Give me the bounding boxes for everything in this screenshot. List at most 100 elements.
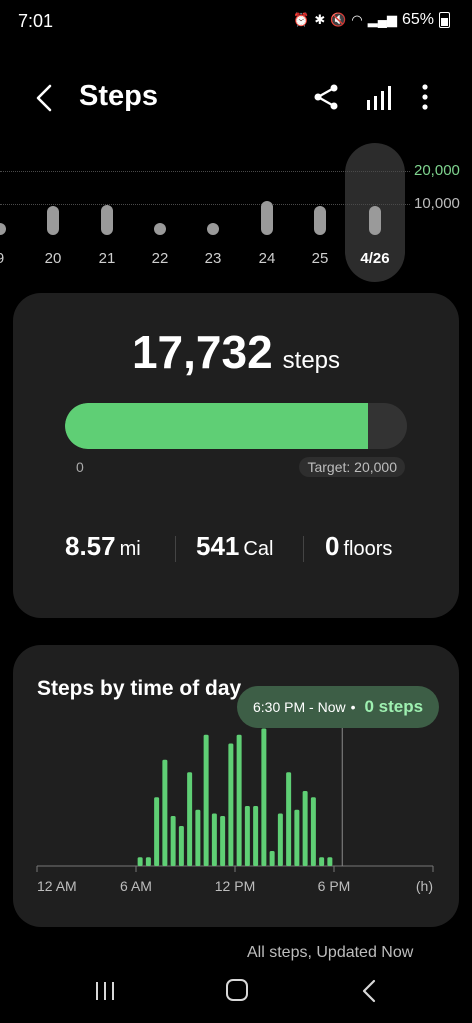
status-time: 7:01 xyxy=(18,11,54,31)
x-tick-label: 12 PM xyxy=(215,878,255,894)
day-bar[interactable] xyxy=(369,206,381,235)
stat-divider xyxy=(303,536,304,562)
tooltip-steps: 0 steps xyxy=(364,697,424,716)
day-bar[interactable] xyxy=(154,223,166,235)
chart-bar[interactable] xyxy=(187,772,193,866)
share-icon xyxy=(314,84,338,110)
chart-bar[interactable] xyxy=(220,816,226,866)
progress-min-label: 0 xyxy=(76,459,84,475)
day-bar[interactable] xyxy=(47,206,59,235)
signal-icon: ▂▄▆ xyxy=(367,12,397,27)
chart-bar[interactable] xyxy=(137,857,143,866)
distance-value: 8.57 xyxy=(65,531,116,561)
tooltip-separator: • xyxy=(350,699,356,715)
chart-bar[interactable] xyxy=(319,857,325,866)
day-label[interactable]: 20 xyxy=(33,250,73,267)
share-button[interactable] xyxy=(309,80,343,114)
distance-unit: mi xyxy=(119,538,141,560)
goal-line-10000 xyxy=(0,204,410,205)
scale-label-20000: 20,000 xyxy=(414,162,460,179)
chevron-left-icon xyxy=(36,84,52,112)
steps-progress-bar xyxy=(65,403,407,449)
nav-back-icon xyxy=(362,979,376,1003)
trends-button[interactable] xyxy=(362,80,396,114)
chart-bar[interactable] xyxy=(145,857,151,866)
steps-value: 17,732 xyxy=(131,326,273,378)
chart-bar[interactable] xyxy=(236,734,242,866)
chart-bar[interactable] xyxy=(286,772,292,866)
alarm-icon: ⏰ xyxy=(293,12,310,27)
day-label[interactable]: 22 xyxy=(140,250,180,267)
wifi-icon: ◠ xyxy=(351,12,363,27)
floors-value: 0 xyxy=(325,531,340,561)
battery-percent: 65% xyxy=(401,11,434,28)
nav-back-button[interactable] xyxy=(358,978,382,1004)
stat-divider xyxy=(175,536,176,562)
tooltip-time: 6:30 PM - Now xyxy=(253,699,346,715)
more-options-button[interactable] xyxy=(410,80,440,114)
chart-bar[interactable] xyxy=(253,806,259,866)
chart-bar[interactable] xyxy=(269,851,275,866)
chart-bar[interactable] xyxy=(261,728,267,867)
steps-unit: steps xyxy=(282,347,341,374)
day-label[interactable]: 9 xyxy=(0,250,20,267)
system-nav-bar xyxy=(0,960,472,1023)
day-bar[interactable] xyxy=(0,223,6,235)
target-label: Target: 20,000 xyxy=(299,457,405,477)
bluetooth-icon: ✱ xyxy=(314,12,326,27)
steps-by-time-card[interactable]: Steps by time of day 12 AM 6 AM 12 PM 6 PM(… xyxy=(13,645,459,927)
recent-apps-button[interactable] xyxy=(92,980,118,1002)
calories-unit: Cal xyxy=(243,538,274,560)
bar-chart-icon xyxy=(367,86,391,110)
status-icons: ⏰ ✱ 🔇 ◠ ▂▄▆ 65% xyxy=(293,11,450,29)
floors-stat: 0 floors xyxy=(325,531,392,562)
steps-count: 17,732 steps xyxy=(13,325,459,379)
more-vertical-icon xyxy=(422,84,428,110)
home-button[interactable] xyxy=(226,979,248,1001)
day-label[interactable]: 23 xyxy=(193,250,233,267)
day-bar[interactable] xyxy=(314,206,326,235)
chart-bar[interactable] xyxy=(195,809,201,866)
page-title: Steps xyxy=(79,80,158,112)
app-bar: Steps xyxy=(0,70,472,126)
floors-unit: floors xyxy=(343,538,393,560)
day-label[interactable]: 4/26 xyxy=(355,250,395,267)
x-axis-unit: (h) xyxy=(416,878,433,894)
chart-bar[interactable] xyxy=(154,797,160,866)
mute-icon: 🔇 xyxy=(330,12,347,27)
chart-bar[interactable] xyxy=(170,816,176,866)
day-bar[interactable] xyxy=(101,205,113,235)
chart-bar[interactable] xyxy=(211,813,217,867)
chart-bar[interactable] xyxy=(327,857,333,866)
goal-line-20000 xyxy=(0,171,410,172)
day-bar[interactable] xyxy=(261,201,273,235)
chart-bar[interactable] xyxy=(178,826,184,866)
distance-stat: 8.57 mi xyxy=(65,531,141,562)
x-tick-label: 6 AM xyxy=(120,878,152,894)
chart-bar[interactable] xyxy=(244,806,250,866)
chart-bar[interactable] xyxy=(162,759,168,866)
day-label[interactable]: 25 xyxy=(300,250,340,267)
chart-bar[interactable] xyxy=(302,791,308,866)
chart-bar[interactable] xyxy=(310,797,316,866)
chart-bar[interactable] xyxy=(203,734,209,866)
back-button[interactable] xyxy=(28,80,64,116)
chart-bar[interactable] xyxy=(294,809,300,866)
day-label[interactable]: 21 xyxy=(87,250,127,267)
x-tick-label: 6 PM xyxy=(318,878,351,894)
calories-stat: 541 Cal xyxy=(196,531,273,562)
calories-value: 541 xyxy=(196,531,240,561)
steps-progress-fill xyxy=(65,403,369,449)
steps-summary-card[interactable]: 17,732 steps 0 Target: 20,000 8.57 mi 541 C… xyxy=(13,293,459,618)
chart-bar[interactable] xyxy=(228,743,234,867)
chart-bar[interactable] xyxy=(277,813,283,867)
recent-apps-icon xyxy=(96,982,114,1000)
status-bar: 7:01 ⏰ ✱ 🔇 ◠ ▂▄▆ 65% xyxy=(0,0,472,44)
day-bar[interactable] xyxy=(207,223,219,235)
battery-icon xyxy=(439,12,450,28)
scale-label-10000: 10,000 xyxy=(414,195,460,212)
day-label[interactable]: 24 xyxy=(247,250,287,267)
chart-tooltip: 6:30 PM - Now • 0 steps xyxy=(237,686,440,728)
weekly-steps-strip[interactable]: 20,000 10,000 9 20 21 22 23 24 25 4/26 xyxy=(0,140,472,285)
x-tick-label: 12 AM xyxy=(37,878,77,894)
